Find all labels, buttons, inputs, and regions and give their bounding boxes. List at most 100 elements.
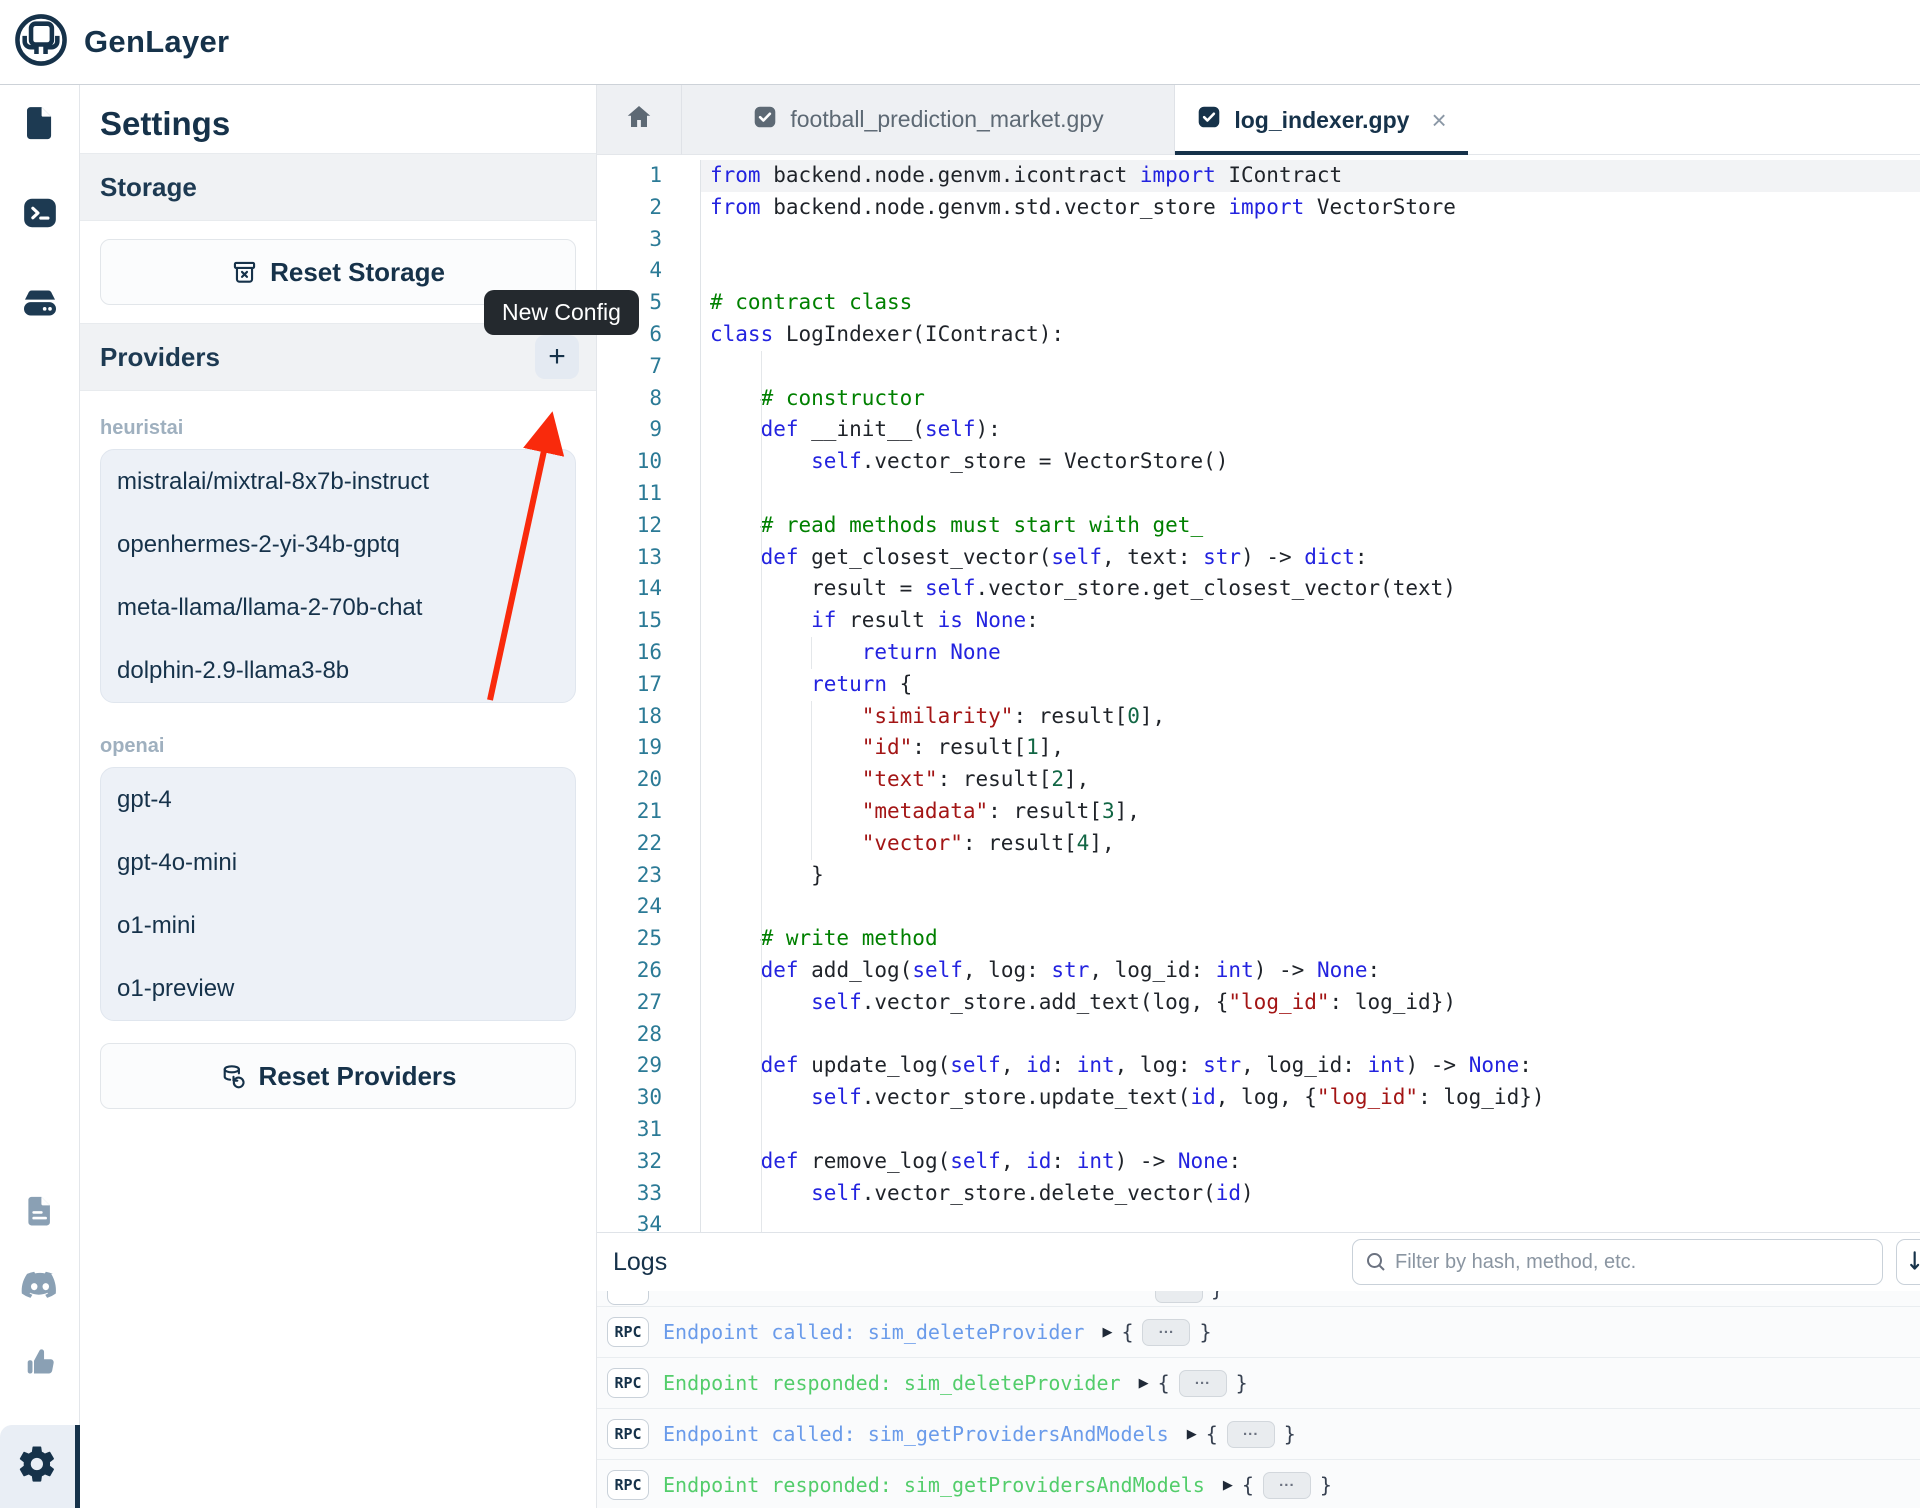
log-row-partial[interactable]: } [597,1291,1920,1307]
code-line-content: from backend.node.genvm.std.vector_store… [701,192,1920,224]
log-row[interactable]: RPC Endpoint responded: sim_deleteProvid… [597,1358,1920,1409]
model-item[interactable]: openhermes-2-yi-34b-gptq [101,513,575,576]
collapsed-json-chip[interactable]: ... [1142,1319,1190,1346]
changelog-button[interactable] [16,1191,64,1235]
indent-guide [761,1178,762,1210]
code-line-content: "similarity": result[0], [701,701,1920,733]
log-row[interactable]: RPC Endpoint called: sim_deleteProvider … [597,1307,1920,1358]
feedback-button[interactable] [16,1343,64,1387]
line-number: 13 [597,542,701,574]
settings-button[interactable] [0,1425,80,1508]
code-editor[interactable]: 1from backend.node.genvm.icontract impor… [597,155,1920,1232]
code-line-content [701,1019,1920,1051]
code-line-content: } [701,860,1920,892]
indent-guide [761,764,762,796]
discord-button[interactable] [16,1267,64,1311]
close-brace: } [1320,1473,1332,1497]
collapsed-json-chip[interactable]: ... [1179,1370,1227,1397]
code-line-content: # contract class [701,287,1920,319]
indent-guide [761,732,762,764]
model-item[interactable]: o1-preview [101,957,575,1020]
log-message: Endpoint called: sim_getProvidersAndMode… [663,1422,1169,1446]
storage-drive-button[interactable] [16,283,64,327]
contracts-file-button[interactable] [16,103,64,147]
code-line-content: def remove_log(self, id: int) -> None: [701,1146,1920,1178]
line-number: 32 [597,1146,701,1178]
log-message: Endpoint responded: sim_getProvidersAndM… [663,1473,1205,1497]
code-line: 28 [597,1019,1920,1051]
code-line: 14 result = self.vector_store.get_closes… [597,573,1920,605]
log-row[interactable]: RPC Endpoint responded: sim_getProviders… [597,1460,1920,1508]
providers-section-label: Providers [100,342,220,373]
code-line: 2from backend.node.genvm.std.vector_stor… [597,192,1920,224]
reset-providers-button[interactable]: Reset Providers [100,1043,576,1109]
model-item[interactable]: gpt-4 [101,768,575,831]
indent-guide [761,573,762,605]
code-line-content: self.vector_store.add_text(log, {"log_id… [701,987,1920,1019]
code-line-content: "id": result[1], [701,732,1920,764]
code-line-content: class LogIndexer(IContract): [701,319,1920,351]
line-number: 25 [597,923,701,955]
genlayer-logo [12,11,70,74]
code-line-content: return None [701,637,1920,669]
thumbs-up-icon [21,1345,59,1386]
code-line-content: "text": result[2], [701,764,1920,796]
code-line: 10 self.vector_store = VectorStore() [597,446,1920,478]
log-row[interactable]: RPC Endpoint called: sim_getProvidersAnd… [597,1409,1920,1460]
code-line: 26 def add_log(self, log: str, log_id: i… [597,955,1920,987]
line-number: 9 [597,414,701,446]
expand-triangle-icon[interactable]: ▶ [1223,1477,1233,1493]
code-line-content: self.vector_store = VectorStore() [701,446,1920,478]
code-line-content [701,1209,1920,1232]
code-line: 25 # write method [597,923,1920,955]
logs-filter-input[interactable] [1352,1239,1883,1285]
expand-triangle-icon[interactable]: ▶ [1139,1375,1149,1391]
indent-guide [811,701,812,733]
tab-label: football_prediction_market.gpy [790,106,1103,133]
code-line-content: "vector": result[4], [701,828,1920,860]
indent-guide [761,1209,762,1232]
collapsed-json-chip[interactable]: ... [1263,1472,1311,1499]
line-number: 29 [597,1050,701,1082]
model-item[interactable]: meta-llama/llama-2-70b-chat [101,576,575,639]
tab-log-indexer[interactable]: log_indexer.gpy × [1175,85,1468,155]
model-item[interactable]: o1-mini [101,894,575,957]
indent-guide [761,1019,762,1051]
code-line-content: # constructor [701,383,1920,415]
terminal-button[interactable] [16,193,64,237]
close-tab-icon[interactable]: × [1431,105,1446,136]
expand-triangle-icon[interactable]: ▶ [1187,1426,1197,1442]
reset-storage-icon [231,259,258,286]
code-line: 21 "metadata": result[3], [597,796,1920,828]
code-line: 1from backend.node.genvm.icontract impor… [597,160,1920,192]
logs-sort-button[interactable] [1896,1239,1920,1285]
indent-guide [761,1082,762,1114]
line-number: 15 [597,605,701,637]
model-item[interactable]: dolphin-2.9-llama3-8b [101,639,575,702]
file-icon [21,103,59,148]
editor-tabbar: football_prediction_market.gpy log_index… [597,85,1920,155]
expand-triangle-icon[interactable]: ▶ [1102,1324,1112,1340]
line-number: 2 [597,192,701,224]
discord-icon [19,1270,61,1309]
code-line: 20 "text": result[2], [597,764,1920,796]
tab-football-prediction-market[interactable]: football_prediction_market.gpy [682,85,1175,155]
line-number: 11 [597,478,701,510]
code-line: 5# contract class [597,287,1920,319]
rpc-badge: RPC [607,1368,649,1398]
indent-guide [761,542,762,574]
code-line: 29 def update_log(self, id: int, log: st… [597,1050,1920,1082]
home-tab-button[interactable] [597,85,682,155]
new-config-button[interactable]: + [535,335,579,379]
collapsed-json-chip[interactable] [1155,1291,1203,1303]
model-item[interactable]: gpt-4o-mini [101,831,575,894]
open-brace: { [1158,1371,1170,1395]
indent-guide [761,351,762,383]
collapsed-json-chip[interactable]: ... [1227,1421,1275,1448]
code-line: 4 [597,255,1920,287]
rpc-badge: RPC [607,1470,649,1500]
indent-guide [761,669,762,701]
model-item[interactable]: mistralai/mixtral-8x7b-instruct [101,450,575,513]
indent-guide [811,764,812,796]
code-line: 16 return None [597,637,1920,669]
